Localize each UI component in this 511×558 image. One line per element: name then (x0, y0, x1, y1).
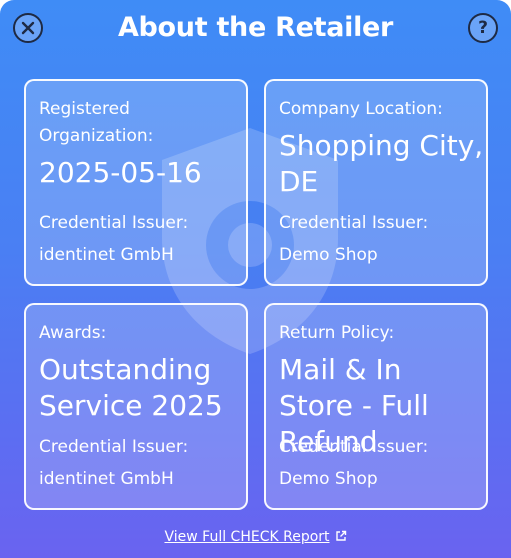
credential-issuer-value: Demo Shop (279, 469, 378, 489)
help-button[interactable]: ? (468, 13, 498, 43)
credential-issuer-label: Credential Issuer: (279, 213, 429, 233)
credential-card-company-location: Company Location: Shopping City, DE Cred… (264, 79, 488, 286)
view-full-report-link[interactable]: View Full CHECK Report (164, 529, 329, 545)
card-label: Awards: (39, 323, 107, 343)
card-label: Registered Organization: (39, 99, 154, 146)
footer: View Full CHECK Report (0, 529, 511, 545)
card-value: Shopping City, DE (279, 129, 484, 198)
view-full-report-label: View Full CHECK Report (164, 529, 330, 545)
external-link-icon (335, 530, 346, 541)
credential-issuer-label: Credential Issuer: (39, 437, 189, 457)
credential-issuer-label: Credential Issuer: (39, 213, 189, 233)
credential-issuer-value: identinet GmbH (39, 469, 174, 489)
credential-card-return-policy: Return Policy: Mail & In Store - Full Re… (264, 303, 488, 510)
credential-card-awards: Awards: Outstanding Service 2025 Credent… (24, 303, 248, 510)
card-label: Company Location: (279, 99, 443, 119)
credential-issuer-label: Credential Issuer: (279, 437, 429, 457)
credential-card-registered-organization: Registered Organization: 2025-05-16 Cred… (24, 79, 248, 286)
credential-issuer-value: identinet GmbH (39, 245, 174, 265)
card-value: Outstanding Service 2025 (39, 353, 223, 422)
page-title: About the Retailer (117, 12, 394, 43)
retailer-info-panel: About the Retailer ? Registered Organiza… (0, 0, 511, 558)
help-icon: ? (478, 17, 488, 38)
credential-issuer-value: Demo Shop (279, 245, 378, 265)
card-value: 2025-05-16 (39, 156, 202, 189)
card-label: Return Policy: (279, 323, 395, 343)
